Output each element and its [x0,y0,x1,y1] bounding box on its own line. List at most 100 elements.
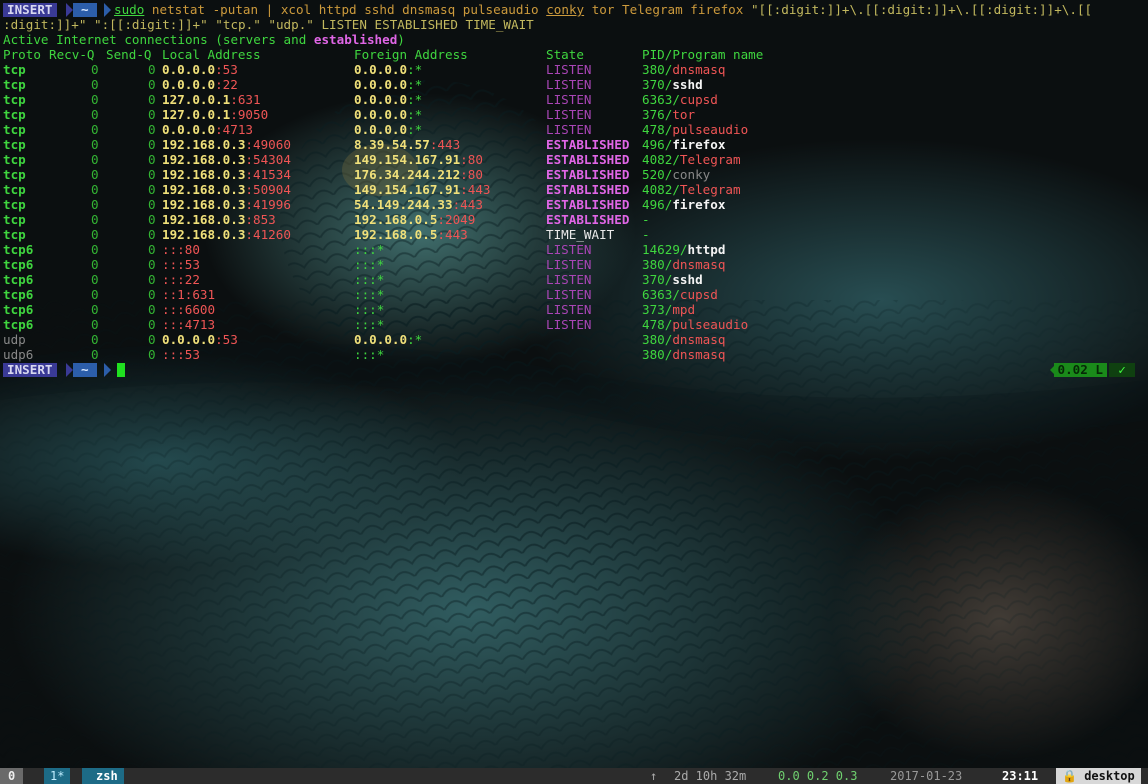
pid-program: 6363/cupsd [642,92,718,107]
send-q: 0 [148,227,156,242]
state: LISTEN [546,62,592,77]
proto: tcp [3,107,26,122]
local-address: 127.0.0.1:9050 [162,107,269,122]
pid-program: - [642,212,650,227]
col-state: State [546,47,584,62]
pid-program: 373/mpd [642,302,696,317]
send-q: 0 [148,197,156,212]
state: LISTEN [546,107,592,122]
proto: tcp6 [3,317,34,332]
foreign-address: 0.0.0.0:* [354,92,423,107]
local-address: 192.168.0.3:853 [162,212,276,227]
state: LISTEN [546,92,592,107]
recv-q: 0 [91,242,99,257]
uptime: 2d 10h 32m [674,769,747,783]
tmux-session[interactable]: 0 [0,768,24,784]
foreign-address: 0.0.0.0:* [354,332,423,347]
local-address: 192.168.0.3:41534 [162,167,291,182]
proto: tcp [3,197,26,212]
foreign-address: 0.0.0.0:* [354,107,423,122]
pid-program: 380/dnsmasq [642,257,726,272]
proto: tcp [3,137,26,152]
proto: tcp6 [3,257,34,272]
recv-q: 0 [91,257,99,272]
local-address: 192.168.0.3:41260 [162,227,291,242]
vi-mode-badge: INSERT [3,3,57,17]
lock-icon: 🔒 [1062,769,1077,783]
state: ESTABLISHED [546,182,630,197]
state: ESTABLISHED [546,167,630,182]
send-q: 0 [148,347,156,362]
send-q: 0 [148,257,156,272]
local-address: :::22 [162,272,200,287]
foreign-address: :::* [354,347,385,362]
state: LISTEN [546,77,592,92]
col-sendq: Send-Q [106,47,152,62]
tmux-window-index[interactable]: 1* [44,768,71,784]
state: TIME_WAIT [546,227,615,242]
foreign-address: 149.154.167.91:443 [354,182,491,197]
terminal-window[interactable]: INSERT ~ sudo netstat -putan | xcol http… [0,0,1148,768]
date: 2017-01-23 [890,769,963,783]
send-q: 0 [148,317,156,332]
recv-q: 0 [91,62,99,77]
col-local-address: Local Address [162,47,261,62]
recv-q: 0 [91,182,99,197]
recv-q: 0 [91,287,99,302]
local-address: 0.0.0.0:4713 [162,122,253,137]
foreign-address: :::* [354,302,385,317]
text-cursor[interactable] [117,363,125,377]
col-proto: Proto [3,47,41,62]
output-heading: Active Internet connections (servers and… [3,32,405,47]
recv-q: 0 [91,77,99,92]
proto: tcp [3,62,26,77]
pid-program: 376/tor [642,107,696,122]
send-q: 0 [148,182,156,197]
send-q: 0 [148,62,156,77]
local-address: 192.168.0.3:49060 [162,137,291,152]
command-continuation: :digit:]]+" ":[[:digit:]]+" "tcp." "udp.… [3,17,534,32]
pid-program: 380/dnsmasq [642,332,726,347]
send-q: 0 [148,212,156,227]
powerline-arrow-icon [104,363,111,377]
state: ESTABLISHED [546,197,630,212]
col-pid-program: PID/Program name [642,47,764,62]
recv-q: 0 [91,122,99,137]
table-header: Proto Recv-Q Send-Q Local Address Foreig… [3,47,763,62]
recv-q: 0 [91,272,99,287]
system-load: 0.0 0.2 0.3 [778,769,858,783]
local-address: 127.0.0.1:631 [162,92,261,107]
state: ESTABLISHED [546,212,630,227]
recv-q: 0 [91,347,99,362]
tmux-window-name[interactable]: zsh [82,768,124,784]
clock: 23:11 [1002,769,1039,783]
command-text: sudo netstat -putan | xcol httpd sshd dn… [114,2,1093,17]
cwd-badge: ~ [73,3,97,17]
prompt-line-current[interactable]: INSERT ~ 0.02 L ✓ [3,362,1145,377]
pid-program: 478/pulseaudio [642,122,749,137]
foreign-address: :::* [354,242,385,257]
send-q: 0 [148,167,156,182]
recv-q: 0 [91,197,99,212]
foreign-address: 149.154.167.91:80 [354,152,483,167]
pid-program: 496/firefox [642,197,726,212]
proto: udp6 [3,347,34,362]
proto: tcp6 [3,272,34,287]
local-address: :::4713 [162,317,216,332]
foreign-address: :::* [354,287,385,302]
foreign-address: 8.39.54.57:443 [354,137,461,152]
pid-program: 496/firefox [642,137,726,152]
local-address: ::1:631 [162,287,216,302]
recv-q: 0 [91,332,99,347]
send-q: 0 [148,122,156,137]
proto: tcp [3,212,26,227]
pid-program: 370/sshd [642,272,703,287]
pid-program: 4082/Telegram [642,152,741,167]
state: ESTABLISHED [546,152,630,167]
state: ESTABLISHED [546,137,630,152]
proto: tcp6 [3,287,34,302]
state: LISTEN [546,242,592,257]
send-q: 0 [148,332,156,347]
state: LISTEN [546,257,592,272]
local-address: :::53 [162,257,200,272]
